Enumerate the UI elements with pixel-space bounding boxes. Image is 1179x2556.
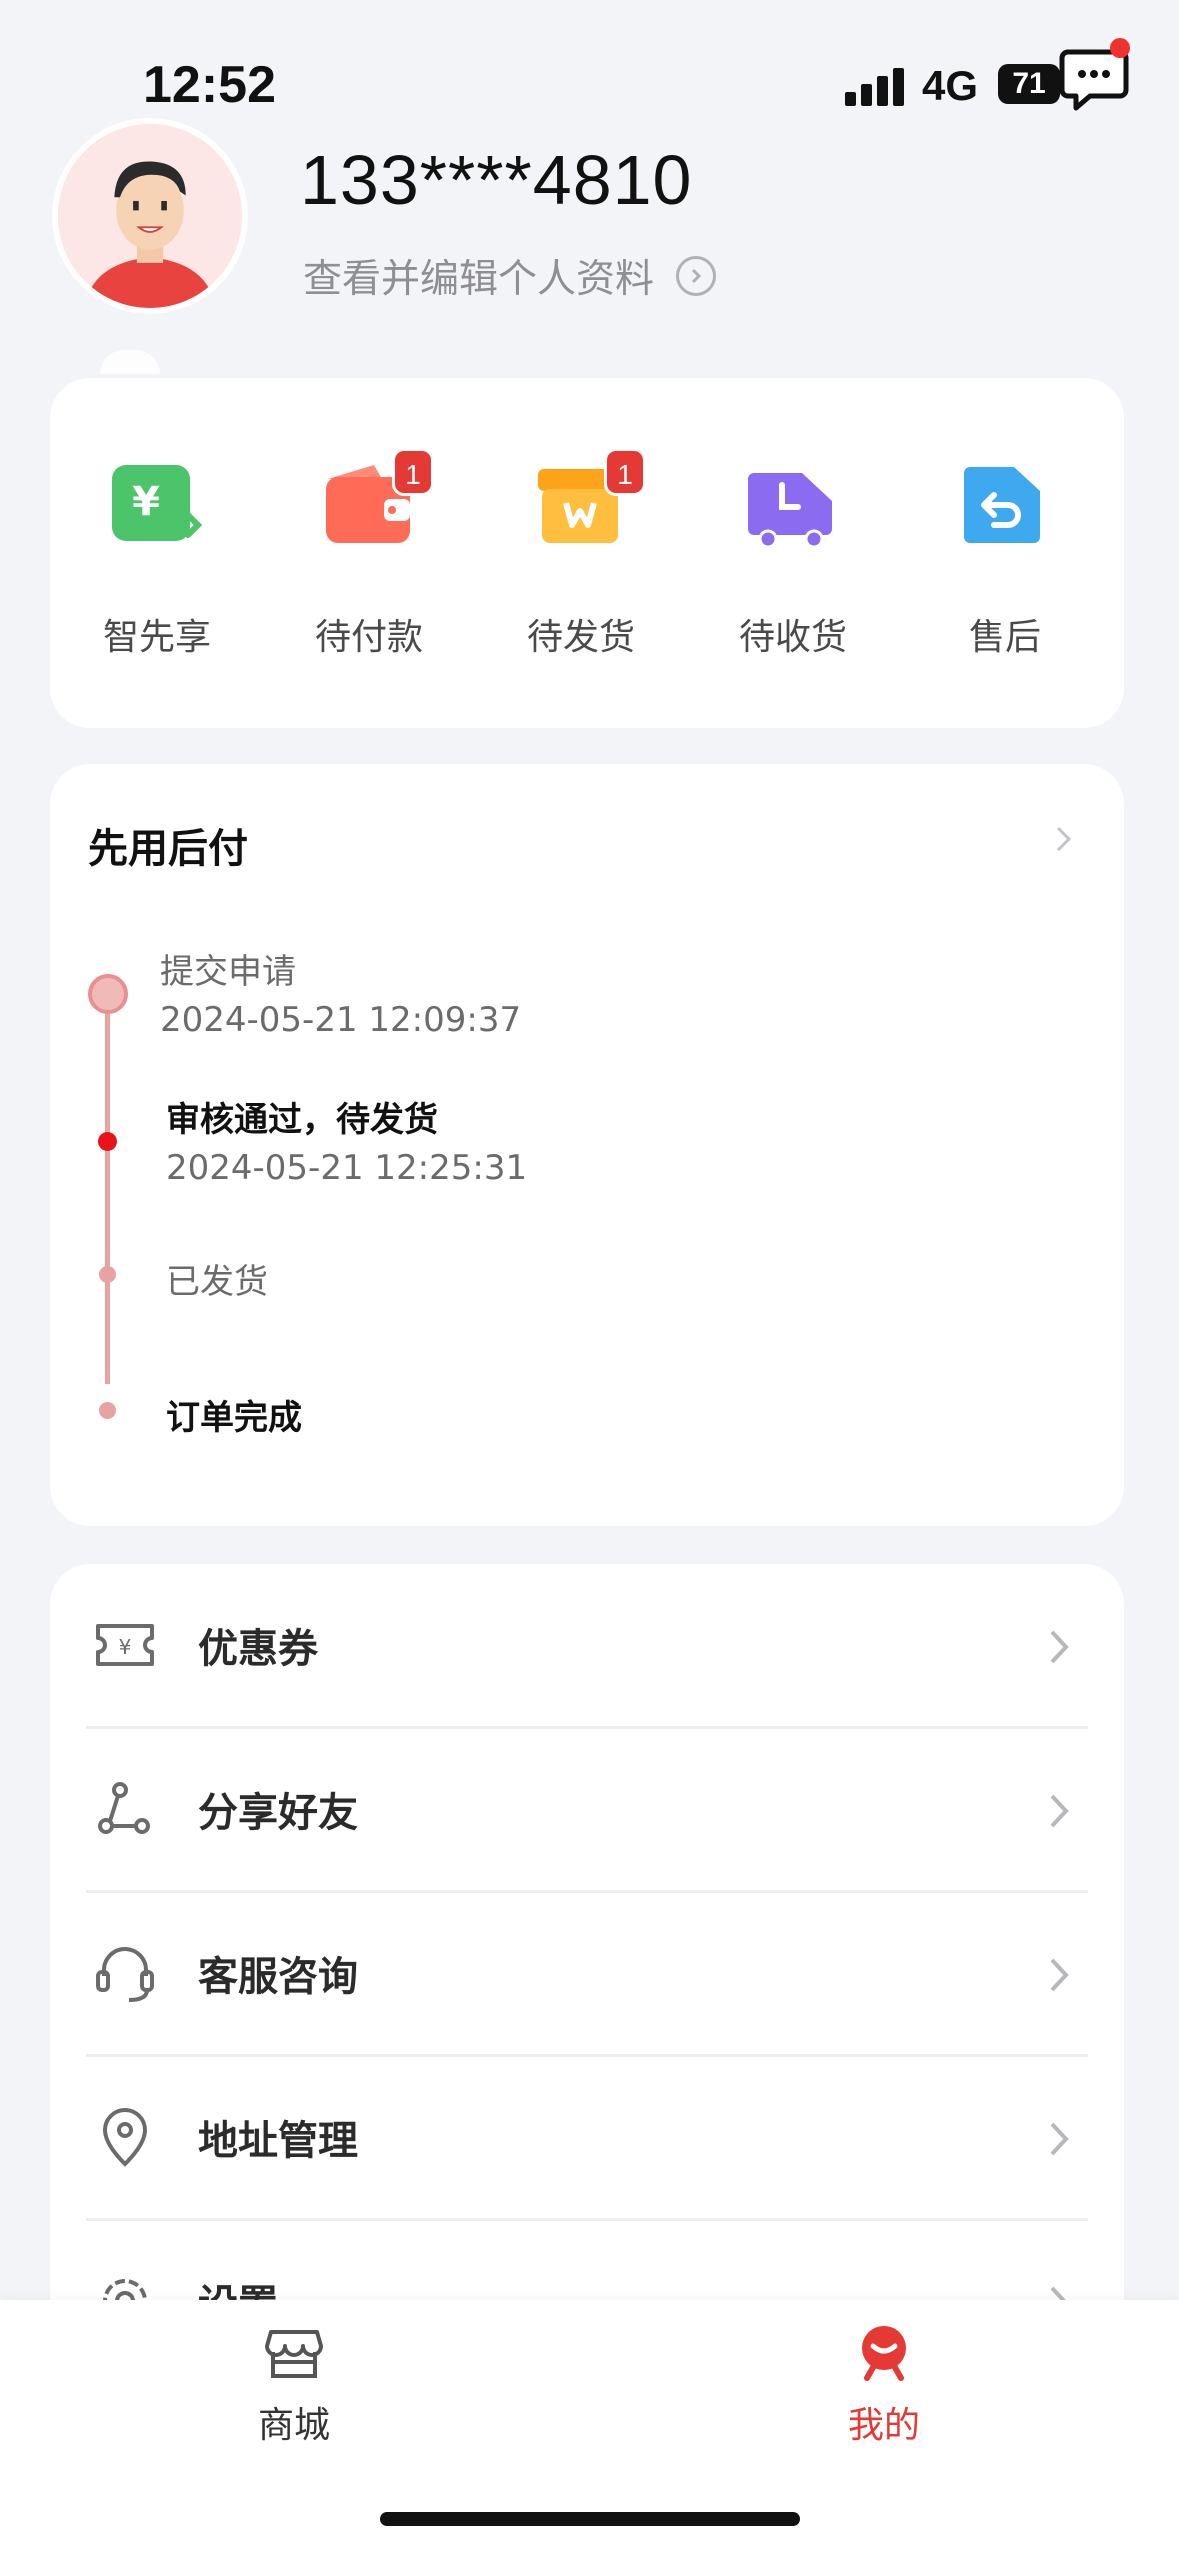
menu-item-coupons[interactable]: ¥ 优惠券 <box>50 1564 1124 1729</box>
menu-item-share[interactable]: 分享好友 <box>50 1728 1124 1893</box>
timeline-node <box>99 1402 116 1419</box>
menu-item-customer-service[interactable]: 客服咨询 <box>50 1892 1124 2057</box>
chevron-right-icon <box>1050 1958 1069 1992</box>
card-title: 先用后付 <box>88 826 248 872</box>
share-icon <box>98 1782 150 1834</box>
svg-text:¥: ¥ <box>132 479 160 525</box>
order-status-card: ¥ 智先享 1 待付款 1 待发货 待收货 售后 <box>50 378 1124 728</box>
timeline-step-date: 2024-05-21 12:25:31 <box>166 1148 528 1188</box>
coupon-icon: ¥ <box>96 1624 154 1666</box>
status-bar: 12:52 4G 71 <box>0 0 1179 140</box>
timeline-step-label: 已发货 <box>166 1262 268 1302</box>
menu-item-label: 地址管理 <box>198 2118 358 2164</box>
menu-item-address[interactable]: 地址管理 <box>50 2056 1124 2221</box>
chevron-right-icon <box>1050 2122 1069 2156</box>
order-entry-pending-receipt[interactable]: 待收货 <box>686 378 900 728</box>
buy-now-pay-later-card[interactable]: 先用后付 提交申请 2024-05-21 12:09:37 审核通过，待发货 2… <box>50 764 1124 1526</box>
yen-transfer-icon: ¥ <box>112 465 203 541</box>
menu-item-label: 分享好友 <box>198 1790 358 1836</box>
notification-badge: 1 <box>392 448 434 496</box>
order-label: 售后 <box>968 617 1041 658</box>
timeline-step-label: 审核通过，待发货 <box>166 1100 438 1140</box>
location-icon <box>102 2108 148 2167</box>
avatar[interactable] <box>52 118 248 314</box>
tab-store[interactable]: 商城 <box>194 2322 394 2448</box>
truck-icon <box>748 473 832 549</box>
store-icon <box>265 2330 323 2378</box>
timeline-step-label: 提交申请 <box>160 952 296 992</box>
battery-indicator: 71 <box>998 64 1060 104</box>
home-indicator <box>380 2512 800 2526</box>
order-label: 智先享 <box>102 617 211 658</box>
chevron-right-icon <box>1050 1794 1069 1828</box>
tab-label: 我的 <box>847 2405 920 2446</box>
menu-item-label: 优惠券 <box>198 1626 318 1672</box>
timeline-step-date: 2024-05-21 12:09:37 <box>160 1000 522 1040</box>
return-icon <box>964 467 1040 543</box>
svg-text:¥: ¥ <box>119 1635 132 1659</box>
notification-badge: 1 <box>604 448 646 496</box>
network-type: 4G <box>922 62 979 109</box>
order-entry-after-sales[interactable]: 售后 <box>898 378 1112 728</box>
timeline-node <box>88 974 128 1014</box>
edit-profile-link[interactable]: 查看并编辑个人资料 <box>303 248 717 304</box>
order-entry-pending-shipment[interactable]: 1 待发货 <box>474 378 688 728</box>
user-phone-number: 133****4810 <box>300 141 693 219</box>
order-label: 待付款 <box>314 617 423 658</box>
chevron-right-icon <box>1050 1630 1069 1664</box>
order-label: 待收货 <box>738 617 847 658</box>
tab-mine[interactable]: 我的 <box>784 2322 984 2448</box>
avatar-shadow <box>100 350 160 374</box>
message-notification-dot <box>1110 38 1130 58</box>
edit-profile-label: 查看并编辑个人资料 <box>303 257 655 302</box>
profile-icon <box>862 2326 906 2381</box>
cellular-signal-icon <box>845 66 905 106</box>
order-label: 待发货 <box>526 617 635 658</box>
timeline-node <box>99 1266 116 1283</box>
status-time: 12:52 <box>143 56 276 114</box>
order-entry-zhixianxiang[interactable]: ¥ 智先享 <box>50 378 264 728</box>
menu-item-label: 客服咨询 <box>198 1954 358 2000</box>
tab-label: 商城 <box>257 2405 330 2446</box>
timeline-track <box>105 994 110 1384</box>
timeline-step-label: 订单完成 <box>166 1398 302 1438</box>
chevron-circle-right-icon <box>676 256 717 296</box>
order-entry-pending-payment[interactable]: 1 待付款 <box>262 378 476 728</box>
timeline-node-active <box>98 1132 117 1151</box>
chevron-right-icon[interactable] <box>1048 824 1078 854</box>
headset-icon <box>96 1947 154 2002</box>
